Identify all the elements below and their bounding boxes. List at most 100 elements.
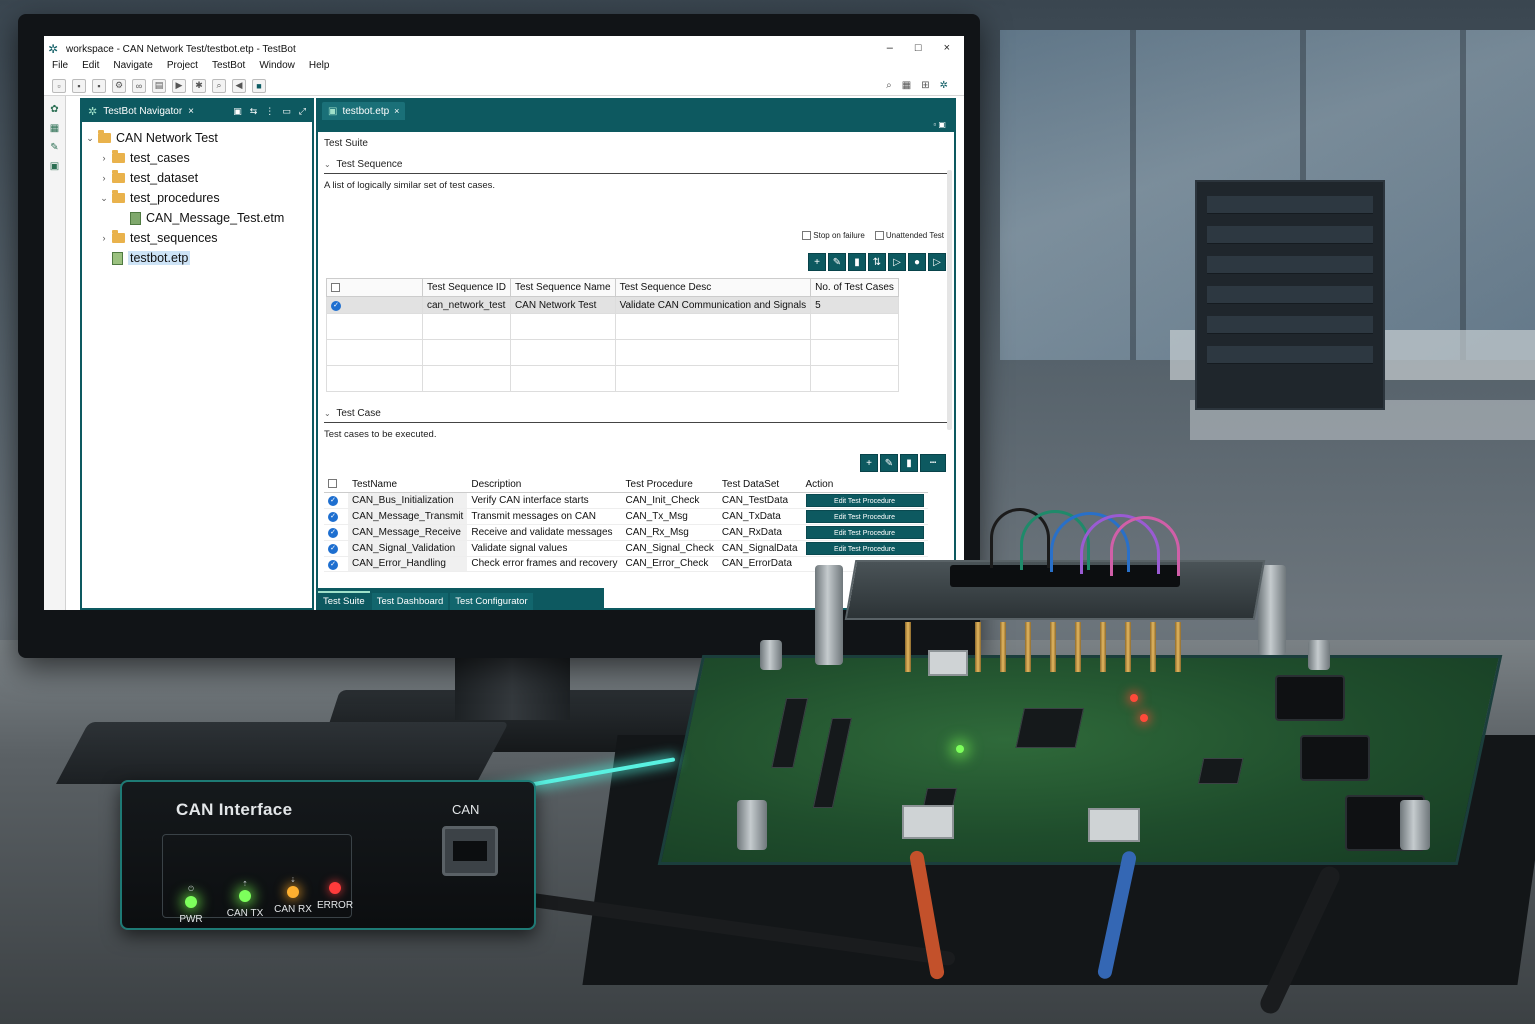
add-icon[interactable]: + — [808, 253, 826, 271]
menu-testbot[interactable]: TestBot — [212, 60, 245, 76]
case-section-header[interactable]: ⌄ Test Case — [324, 408, 948, 423]
edit-icon[interactable]: ✎ — [880, 454, 898, 472]
save-icon[interactable]: ▪ — [72, 78, 86, 93]
table-row[interactable]: ✓ can_network_test CAN Network Test Vali… — [326, 296, 899, 314]
import-icon[interactable]: ⇅ — [868, 253, 886, 271]
column-header[interactable]: Test Sequence ID — [422, 278, 511, 297]
close-tab-icon[interactable]: × — [394, 106, 399, 116]
column-header[interactable]: TestName — [348, 474, 468, 493]
column-header[interactable]: Action — [801, 474, 928, 493]
check-icon[interactable]: ✓ — [328, 496, 338, 506]
print-icon[interactable]: ▤ — [152, 78, 166, 93]
column-header[interactable]: No. of Test Cases — [810, 278, 899, 297]
edit-test-procedure-button[interactable]: Edit Test Procedure — [805, 509, 924, 523]
tab-test-dashboard[interactable]: Test Dashboard — [371, 593, 449, 610]
select-all-header[interactable] — [324, 474, 348, 493]
column-header[interactable]: Test DataSet — [717, 474, 802, 493]
row-checkbox[interactable]: ✓ — [326, 296, 423, 314]
plugin-icon[interactable]: ✎ — [50, 142, 58, 153]
column-header[interactable]: Test Procedure — [621, 474, 718, 493]
chevron-down-icon[interactable]: ⌄ — [324, 160, 331, 169]
tree-item-testbot-etp[interactable]: testbot.etp — [82, 248, 312, 268]
testbot-perspective-icon[interactable]: ✲ — [940, 80, 948, 91]
save-workspace-icon[interactable]: ■ — [252, 78, 266, 93]
row-checkbox[interactable]: ✓ — [324, 556, 348, 572]
table-row[interactable]: ✓ CAN_Message_Transmit Transmit messages… — [324, 508, 928, 525]
check-icon[interactable]: ✓ — [328, 544, 338, 554]
chevron-right-icon[interactable]: › — [98, 153, 110, 163]
check-icon[interactable]: ✓ — [331, 301, 341, 311]
checkbox-icon[interactable] — [328, 479, 337, 489]
row-checkbox[interactable]: ✓ — [324, 508, 348, 525]
menu-help[interactable]: Help — [309, 60, 330, 76]
chevron-down-icon[interactable]: ⌄ — [324, 409, 331, 418]
menu-navigate[interactable]: Navigate — [113, 60, 152, 76]
edit-test-procedure-button[interactable]: Edit Test Procedure — [805, 525, 924, 539]
record-icon[interactable]: ● — [908, 253, 926, 271]
table-row[interactable]: ✓ CAN_Signal_Validation Validate signal … — [324, 540, 928, 557]
table-row[interactable]: ✓ CAN_Bus_Initialization Verify CAN inte… — [324, 492, 928, 509]
menu-edit[interactable]: Edit — [82, 60, 99, 76]
view-menu-icon[interactable]: ⋮ — [265, 106, 274, 117]
package-icon[interactable]: ▣ — [50, 161, 59, 172]
tree-item-can-message-test[interactable]: CAN_Message_Test.etm — [82, 208, 312, 228]
tree-item-test-procedures[interactable]: ⌄ test_procedures — [82, 188, 312, 208]
tab-test-suite[interactable]: Test Suite — [318, 591, 370, 610]
maximize-view-icon[interactable]: ⤢ — [299, 106, 306, 117]
perspective-icon[interactable]: ⊞ — [921, 80, 929, 91]
save-all-icon[interactable]: ▪ — [92, 78, 106, 93]
navigator-view-icon[interactable]: ✿ — [50, 104, 58, 115]
delete-icon[interactable]: ▮ — [900, 454, 918, 472]
run-sequence-icon[interactable]: ▷ — [928, 253, 946, 271]
close-tab-icon[interactable]: × — [188, 106, 194, 117]
tree-item-test-dataset[interactable]: › test_dataset — [82, 168, 312, 188]
views-icon[interactable]: ▦ — [50, 123, 59, 134]
sequence-section-header[interactable]: ⌄ Test Sequence — [324, 159, 948, 174]
check-icon[interactable]: ✓ — [328, 528, 338, 538]
new-file-icon[interactable]: ▫ — [52, 78, 66, 93]
stop-on-failure-checkbox[interactable]: Stop on failure — [802, 231, 865, 241]
export-icon[interactable]: ▷ — [888, 253, 906, 271]
menu-window[interactable]: Window — [259, 60, 295, 76]
unattended-test-checkbox[interactable]: Unattended Test — [874, 231, 944, 241]
checkbox-icon[interactable] — [331, 282, 340, 292]
run-icon[interactable]: ▶ — [172, 78, 186, 93]
chevron-down-icon[interactable]: ⌄ — [98, 193, 110, 204]
collapse-all-icon[interactable]: ▣ — [233, 106, 242, 117]
tab-test-configurator[interactable]: Test Configurator — [450, 593, 533, 610]
column-header[interactable]: Description — [467, 474, 622, 493]
menu-file[interactable]: File — [52, 60, 68, 76]
editor-tab-testbot-etp[interactable]: ▣ testbot.etp × — [322, 102, 406, 120]
search-icon[interactable]: ⌕ — [886, 80, 892, 91]
chevron-down-icon[interactable]: ⌄ — [84, 133, 96, 144]
close-button[interactable]: × — [944, 42, 950, 54]
link-editor-icon[interactable]: ⇆ — [250, 106, 258, 117]
minimize-maximize-icon[interactable]: ▫ ▣ — [933, 120, 946, 129]
more-options-icon[interactable]: ▪▪▪ — [920, 454, 946, 472]
edit-test-procedure-button[interactable]: Edit Test Procedure — [805, 493, 924, 507]
tree-item-test-cases[interactable]: › test_cases — [82, 148, 312, 168]
menu-project[interactable]: Project — [167, 60, 198, 76]
tree-item-test-sequences[interactable]: › test_sequences — [82, 228, 312, 248]
back-icon[interactable]: ◀ — [232, 78, 246, 93]
edit-test-procedure-button[interactable]: Edit Test Procedure — [805, 541, 924, 555]
maximize-button[interactable]: □ — [915, 42, 922, 54]
tree-item-can-network-test[interactable]: ⌄ CAN Network Test — [82, 128, 312, 148]
column-header[interactable]: Test Sequence Name — [509, 278, 616, 297]
edit-icon[interactable]: ✎ — [828, 253, 846, 271]
row-checkbox[interactable]: ✓ — [324, 492, 348, 509]
checkbox-icon[interactable] — [874, 231, 884, 241]
row-checkbox[interactable]: ✓ — [324, 524, 348, 541]
add-icon[interactable]: + — [860, 454, 878, 472]
link-icon[interactable]: ∞ — [132, 78, 146, 93]
column-header[interactable]: Test Sequence Desc — [614, 278, 812, 297]
debug-icon[interactable]: ✱ — [192, 78, 206, 93]
delete-icon[interactable]: ▮ — [848, 253, 866, 271]
checkbox-icon[interactable] — [802, 231, 812, 241]
check-icon[interactable]: ✓ — [328, 559, 338, 570]
chevron-right-icon[interactable]: › — [98, 233, 110, 243]
minimize-view-icon[interactable]: ▭ — [282, 106, 291, 117]
layout-icon[interactable]: ▦ — [902, 80, 911, 91]
vertical-scrollbar[interactable] — [947, 170, 952, 430]
navigator-tab[interactable]: ✲ TestBot Navigator × ▣ ⇆ ⋮ ▭ ⤢ — [82, 100, 312, 122]
